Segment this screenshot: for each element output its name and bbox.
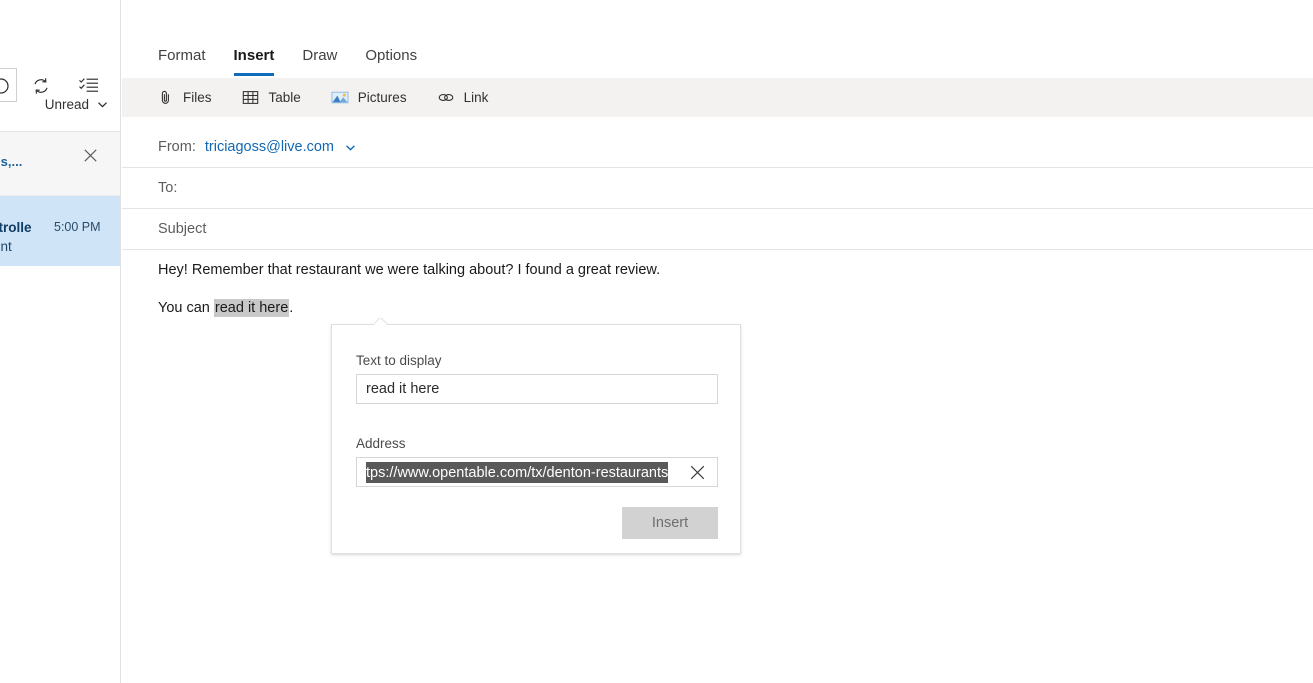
list-item-time: 5:00 PM bbox=[54, 220, 101, 234]
compose-ribbon-tabs: Format Insert Draw Options bbox=[122, 38, 431, 78]
list-item-ad[interactable]: hl's,... bbox=[0, 132, 120, 196]
ribbon-link-label: Link bbox=[463, 90, 489, 105]
tab-format-label: Format bbox=[158, 46, 206, 64]
ribbon-link-button[interactable]: Link bbox=[425, 82, 501, 114]
picture-image-icon bbox=[331, 89, 349, 107]
ribbon-table-label: Table bbox=[268, 90, 301, 105]
list-item-preview: tment bbox=[0, 239, 12, 254]
chevron-down-icon bbox=[96, 98, 109, 111]
subject-placeholder: Subject bbox=[158, 221, 207, 237]
body-line-2: You can read it here. bbox=[158, 299, 294, 317]
dialog-beak bbox=[374, 318, 387, 325]
from-label: From: bbox=[158, 139, 196, 155]
insert-link-button[interactable]: Insert bbox=[622, 507, 718, 539]
tab-format[interactable]: Format bbox=[144, 38, 220, 72]
address-value: ttps://www.opentable.com/tx/denton-resta… bbox=[366, 462, 669, 483]
tab-options[interactable]: Options bbox=[351, 38, 431, 72]
tab-draw[interactable]: Draw bbox=[288, 38, 351, 72]
address-inner: ttps://www.opentable.com/tx/denton-resta… bbox=[366, 458, 717, 486]
chain-link-icon bbox=[437, 89, 455, 107]
from-field-row: From: triciagoss@live.com bbox=[122, 127, 1313, 168]
from-address[interactable]: triciagoss@live.com bbox=[205, 139, 334, 155]
body-line-1: Hey! Remember that restaurant we were ta… bbox=[158, 262, 661, 278]
list-item-selected-email[interactable]: ontrolle 5:00 PM tment bbox=[0, 196, 120, 266]
tab-draw-label: Draw bbox=[302, 46, 338, 64]
selected-link-text[interactable]: read it here bbox=[213, 299, 290, 317]
tab-options-label: Options bbox=[365, 46, 418, 64]
unread-filter-label: Unread bbox=[44, 96, 89, 112]
mail-list-toolbar bbox=[0, 33, 120, 102]
body-line-2-suffix: . bbox=[289, 300, 294, 316]
list-item-ad-sender: hl's,... bbox=[0, 154, 23, 169]
ribbon-pictures-label: Pictures bbox=[357, 90, 407, 105]
mail-list-panel: Unread hl's,... ontrolle 5:00 PM tment bbox=[0, 0, 121, 683]
ribbon-files-label: Files bbox=[183, 90, 212, 105]
table-grid-icon bbox=[242, 89, 260, 107]
ribbon-table-button[interactable]: Table bbox=[230, 82, 313, 114]
attachment-paperclip-icon bbox=[156, 89, 174, 107]
address-label: Address bbox=[356, 436, 406, 451]
close-icon[interactable] bbox=[77, 142, 103, 168]
ribbon-pictures-button[interactable]: Pictures bbox=[319, 82, 419, 114]
text-to-display-value: read it here bbox=[366, 381, 440, 397]
chevron-down-icon[interactable] bbox=[344, 141, 357, 154]
tab-insert[interactable]: Insert bbox=[220, 38, 289, 76]
text-to-display-label: Text to display bbox=[356, 353, 442, 368]
clear-x-icon[interactable] bbox=[677, 458, 717, 486]
insert-ribbon: Files Table Pictures Link bbox=[122, 78, 1313, 117]
unread-filter-button[interactable]: Unread bbox=[0, 88, 120, 120]
body-line-2-prefix: You can bbox=[158, 300, 214, 316]
subject-field-row[interactable]: Subject bbox=[122, 209, 1313, 250]
insert-link-dialog: Text to display read it here Address ttp… bbox=[331, 324, 741, 554]
text-to-display-input[interactable]: read it here bbox=[356, 374, 718, 404]
ribbon-files-button[interactable]: Files bbox=[144, 82, 224, 114]
compose-pane: Format Insert Draw Options Files Table P… bbox=[122, 0, 1313, 683]
list-item-sender: ontrolle bbox=[0, 220, 32, 235]
to-field-row[interactable]: To: bbox=[122, 168, 1313, 209]
outlook-compose-window: Unread hl's,... ontrolle 5:00 PM tment bbox=[0, 0, 1313, 683]
to-label: To: bbox=[158, 180, 178, 196]
address-input[interactable]: ttps://www.opentable.com/tx/denton-resta… bbox=[356, 457, 718, 487]
tab-insert-label: Insert bbox=[233, 46, 275, 64]
